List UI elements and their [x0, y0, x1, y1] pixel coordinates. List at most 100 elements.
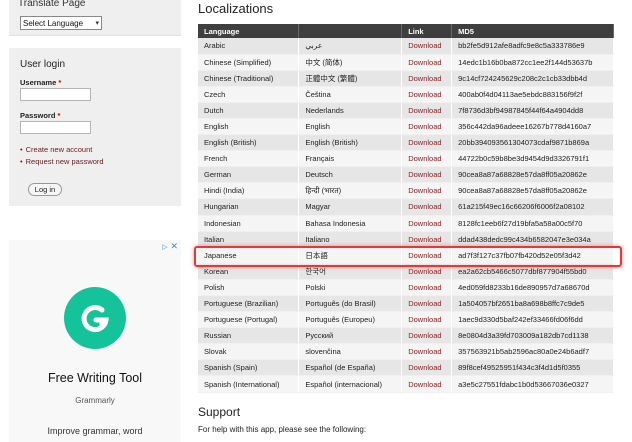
close-icon[interactable]: ✕ [170, 241, 178, 252]
cell-native-name: Español (de España) [298, 359, 403, 377]
download-link[interactable]: Download [401, 54, 453, 71]
cell-md5: a3e5c27551fdabc1b0d53667036e0327 [451, 375, 614, 393]
table-row: Korean 한국어 Download ea2a62cb5466c5077dbf877… [198, 263, 614, 280]
cell-native-name: हिन्दी (भारत) [298, 182, 403, 200]
cell-language: Chinese (Simplified) [198, 54, 300, 71]
login-links: • Create new account • Request new passwor… [20, 145, 104, 169]
cell-language: German [198, 166, 300, 184]
cell-md5: 1a504057bf2651ba8a698b8ffc7c9de5 [451, 295, 614, 313]
cell-native-name: Italiano [298, 231, 403, 248]
cell-language: Spanish (Spain) [198, 359, 300, 377]
download-link[interactable]: Download [401, 327, 453, 345]
table-row: English English Download 356c442da96adeee16… [198, 118, 614, 136]
download-link[interactable]: Download [401, 247, 453, 264]
chevron-down-icon: ▾ [95, 20, 99, 27]
cell-md5: 44722b0c59b8be3d9454d9d3326791f1 [451, 150, 614, 168]
download-link[interactable]: Download [401, 279, 453, 297]
cell-native-name: slovenčina [298, 343, 403, 361]
grammarly-logo-icon [64, 287, 126, 349]
password-field[interactable] [20, 121, 91, 134]
cell-native-name: 日本語 [298, 247, 403, 264]
cell-md5: 14edc1b16b0ba872cc1ee2f144d53637b [451, 54, 614, 71]
cell-native-name: Bahasa Indonesia [298, 215, 403, 232]
login-block: User login Username * Password * • Create… [9, 48, 181, 206]
table-row: Japanese 日本語 Download ad7f3f127c37fb07fb420… [198, 247, 614, 264]
download-link[interactable]: Download [401, 375, 453, 393]
cell-native-name: 正體中文 (繁體) [298, 70, 403, 87]
cell-native-name: Português (do Brasil) [298, 295, 403, 313]
request-password-link[interactable]: • Request new password [20, 157, 104, 166]
advertisement[interactable]: ▷ ✕ Free Writing Tool Grammarly Improve … [9, 240, 181, 442]
download-link[interactable]: Download [401, 70, 453, 87]
table-row: Portuguese (Brazilian) Português (do Bras… [198, 295, 614, 313]
download-link[interactable]: Download [401, 343, 453, 361]
download-link[interactable]: Download [401, 311, 453, 329]
cell-language: Japanese [198, 247, 300, 264]
download-link[interactable]: Download [401, 182, 453, 200]
cell-md5: 356c442da96adeee16267b778d4160a7 [451, 118, 614, 136]
download-link[interactable]: Download [401, 231, 453, 248]
cell-language: Italian [198, 231, 300, 248]
table-row: Italian Italiano Download ddad438dedc99c434… [198, 231, 614, 248]
table-row: Chinese (Traditional) 正體中文 (繁體) Download 9c… [198, 70, 614, 87]
ad-title[interactable]: Free Writing Tool [9, 371, 181, 385]
download-link[interactable]: Download [401, 102, 453, 119]
cell-language: Polish [198, 279, 300, 297]
page-title: Localizations [198, 1, 274, 16]
cell-native-name: 한국어 [298, 263, 403, 280]
cell-native-name: English (British) [298, 134, 403, 152]
cell-md5: 89f8cef49525951f434c3f4d1d5f0355 [451, 359, 614, 377]
download-link[interactable]: Download [401, 134, 453, 152]
download-link[interactable]: Download [401, 295, 453, 313]
ad-info-icon: ▷ [162, 243, 168, 251]
column-header-language: Language [198, 24, 300, 38]
language-select-value: Select Language [23, 18, 84, 28]
cell-language: Russian [198, 327, 300, 345]
cell-md5: 20bb394093561304073cdaf9871b869a [451, 134, 614, 152]
ad-brand: Grammarly [75, 396, 115, 405]
cell-md5: 61a215f49ec16c66206f6006f2a08102 [451, 198, 614, 216]
username-label: Username * [20, 78, 62, 87]
download-link[interactable]: Download [401, 359, 453, 377]
login-button[interactable]: Log in [28, 183, 62, 196]
table-row: Polish Polski Download 4ed059fd8233b16de890… [198, 279, 614, 297]
localizations-table: Language Link MD5 Arabic عربي Download bb2f… [198, 24, 614, 393]
ad-description: Improve grammar, word [47, 426, 143, 436]
cell-md5: 9c14cf724245629c208c2c1cb33dbb4d [451, 70, 614, 87]
table-row: Slovak slovenčina Download 357563921b5ab259… [198, 343, 614, 361]
cell-language: Chinese (Traditional) [198, 70, 300, 87]
cell-native-name: Magyar [298, 198, 403, 216]
download-link[interactable]: Download [401, 215, 453, 232]
cell-native-name: Nederlands [298, 102, 403, 119]
ad-choices-badge[interactable]: ▷ ✕ [162, 241, 178, 252]
cell-language: Hindi (India) [198, 182, 300, 200]
cell-md5: ad7f3f127c37fb07fb420d52e05f3d42 [451, 247, 614, 264]
download-link[interactable]: Download [401, 86, 453, 103]
cell-language: English (British) [198, 134, 300, 152]
column-header-md5: MD5 [451, 24, 614, 38]
download-link[interactable]: Download [401, 198, 453, 216]
download-link[interactable]: Download [401, 38, 453, 55]
cell-native-name: Français [298, 150, 403, 168]
download-link[interactable]: Download [401, 150, 453, 168]
download-link[interactable]: Download [401, 166, 453, 184]
cell-native-name: عربي [298, 38, 403, 55]
language-select[interactable]: Select Language ▾ [20, 16, 102, 30]
create-account-link[interactable]: • Create new account [20, 145, 104, 154]
download-link[interactable]: Download [401, 263, 453, 280]
cell-md5: 357563921b5ab2596ac80a0e24b6adf7 [451, 343, 614, 361]
cell-native-name: English [298, 118, 403, 136]
cell-native-name: Čeština [298, 86, 403, 103]
cell-md5: 7f8736d3bf94987845f44f64a4904dd8 [451, 102, 614, 119]
table-row: Dutch Nederlands Download 7f8736d3bf9498784… [198, 102, 614, 119]
table-row: Arabic عربي Download bb2fe5d912afe8adfc9e8c… [198, 38, 614, 55]
username-field[interactable] [20, 88, 91, 101]
cell-language: Portuguese (Brazilian) [198, 295, 300, 313]
download-link[interactable]: Download [401, 118, 453, 136]
cell-language: Indonesian [198, 215, 300, 232]
table-row: Hungarian Magyar Download 61a215f49ec16c662… [198, 198, 614, 216]
cell-native-name: Polski [298, 279, 403, 297]
cell-md5: ea2a62cb5466c5077dbf877904f55bd0 [451, 263, 614, 280]
cell-language: Slovak [198, 343, 300, 361]
table-row: Spanish (Spain) Español (de España) Downlo… [198, 359, 614, 377]
